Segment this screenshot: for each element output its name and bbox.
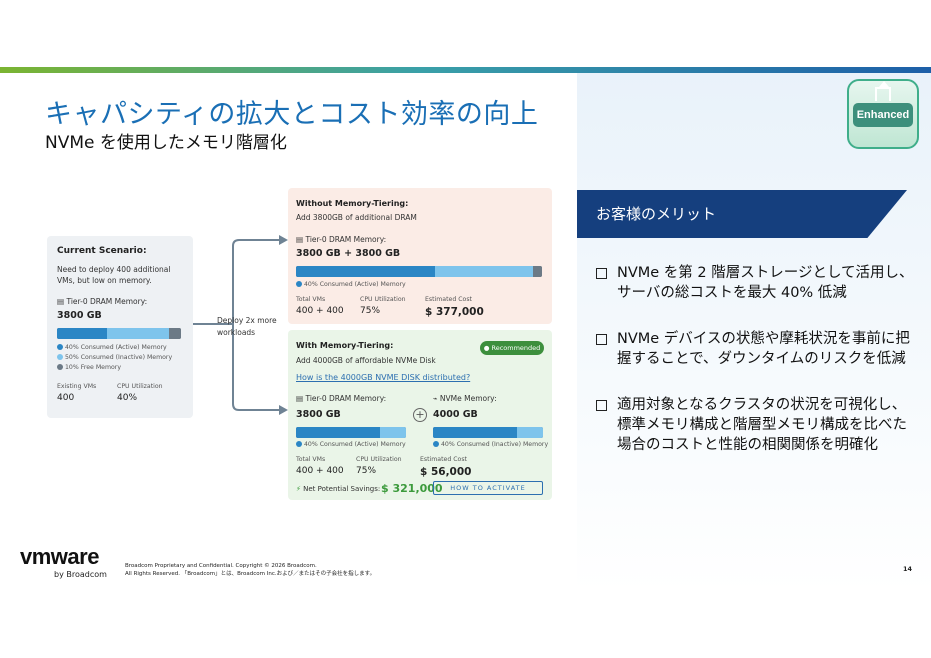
- memory-bar-segment: [516, 427, 543, 438]
- without-heading: Without Memory-Tiering:: [296, 199, 409, 208]
- current-desc: Need to deploy 400 additional: [57, 265, 171, 274]
- page-title: キャパシティの拡大とコスト効率の向上: [45, 99, 539, 130]
- arrow-label: Deploy 2x more: [217, 316, 277, 325]
- benefits-heading: お客様のメリット: [596, 205, 717, 223]
- benefit-text: NVMe を第 2 階層ストレージとして活用し、サーバの総コストを最大 40% …: [617, 265, 914, 301]
- arrow-label: workloads: [217, 328, 256, 337]
- legend-item: 10% Free Memory: [57, 364, 121, 371]
- with-dram-label: ▤ Tier-0 DRAM Memory:: [296, 394, 387, 403]
- with-nvme-value: 4000 GB: [433, 409, 478, 420]
- page-subtitle: NVMe を使用したメモリ階層化: [45, 133, 287, 153]
- nvme-distribution-link[interactable]: How is the 4000GB NVME DISK distributed?: [296, 373, 470, 382]
- benefit-text: 適用対象となるクラスタの状況を可視化し、標準メモリ構成と階層型メモリ構成を比べた…: [617, 397, 907, 453]
- scenario-connector: [193, 235, 288, 415]
- legend-item: 40% Consumed (Active) Memory: [296, 441, 406, 448]
- memory-bar-segment: [296, 266, 435, 277]
- legend-item: 40% Consumed (Active) Memory: [57, 344, 167, 351]
- upgrade-arrow-icon: [875, 81, 891, 101]
- memory-bar-segment: [296, 427, 380, 438]
- stat-label: Total VMs: [296, 296, 326, 303]
- current-mem-label: ▤ Tier-0 DRAM Memory:: [57, 297, 148, 306]
- legend-item: 50% Consumed (Inactive) Memory: [57, 354, 172, 361]
- memory-bar-segment: [379, 427, 406, 438]
- cost-value: $ 377,000: [425, 306, 484, 318]
- stat-label: Estimated Cost: [425, 296, 472, 303]
- stat-value: 400: [57, 393, 75, 403]
- stat-value: 75%: [360, 306, 381, 316]
- memory-bar-segment: [106, 328, 169, 339]
- with-nvme-bar: [433, 427, 543, 438]
- benefits-list: NVMe を第 2 階層ストレージとして活用し、サーバの総コストを最大 40% …: [596, 263, 916, 481]
- vmware-logo: vmware: [20, 544, 99, 569]
- memory-bar-segment: [533, 266, 542, 277]
- stat-label: CPU Utilization: [356, 456, 402, 463]
- memory-bar-segment: [168, 328, 181, 339]
- legal-notice: Broadcom Proprietary and Confidential. C…: [125, 563, 376, 577]
- stat-label: Existing VMs: [57, 383, 97, 390]
- current-desc: VMs, but low on memory.: [57, 276, 152, 285]
- without-mem-label: ▤ Tier-0 DRAM Memory:: [296, 235, 387, 244]
- checkbox-bullet-icon: [596, 268, 607, 279]
- current-heading: Current Scenario:: [57, 246, 147, 256]
- stat-label: CPU Utilization: [360, 296, 406, 303]
- with-dram-bar: [296, 427, 406, 438]
- current-scenario-card: [47, 236, 193, 418]
- stat-label: CPU Utilization: [117, 383, 163, 390]
- cost-value: $ 56,000: [420, 466, 472, 478]
- stat-label: Total VMs: [296, 456, 326, 463]
- stat-label: Estimated Cost: [420, 456, 467, 463]
- benefit-item: 適用対象となるクラスタの状況を可視化し、標準メモリ構成と階層型メモリ構成を比べた…: [596, 395, 916, 455]
- with-desc: Add 4000GB of affordable NVMe Disk: [296, 356, 436, 365]
- how-to-activate-button[interactable]: HOW TO ACTIVATE: [433, 481, 543, 495]
- benefit-item: NVMe を第 2 階層ストレージとして活用し、サーバの総コストを最大 40% …: [596, 263, 916, 303]
- enhanced-badge: Enhanced: [847, 79, 919, 149]
- memory-bar-segment: [434, 266, 534, 277]
- stat-value: 400 + 400: [296, 466, 344, 476]
- recommended-badge: ● Recommended: [480, 341, 544, 355]
- stat-value: 75%: [356, 466, 377, 476]
- benefit-text: NVMe デバイスの状態や摩耗状況を事前に把握することで、ダウンタイムのリスクを…: [617, 331, 910, 367]
- with-heading: With Memory-Tiering:: [296, 341, 394, 350]
- checkbox-bullet-icon: [596, 400, 607, 411]
- memory-bar-segment: [433, 427, 517, 438]
- current-memory-bar: [57, 328, 181, 339]
- legend-item: 40% Consumed (Active) Memory: [296, 281, 406, 288]
- benefit-item: NVMe デバイスの状態や摩耗状況を事前に把握することで、ダウンタイムのリスクを…: [596, 329, 916, 369]
- without-mem-value: 3800 GB + 3800 GB: [296, 248, 401, 259]
- enhanced-badge-label: Enhanced: [853, 103, 913, 127]
- stat-value: 40%: [117, 393, 138, 403]
- checkbox-bullet-icon: [596, 334, 607, 345]
- with-dram-value: 3800 GB: [296, 409, 341, 420]
- memory-bar-segment: [57, 328, 107, 339]
- page-number: 14: [903, 565, 913, 573]
- savings-label: ⚡ Net Potential Savings:: [296, 485, 381, 493]
- without-memory-bar: [296, 266, 542, 277]
- stat-value: 400 + 400: [296, 306, 344, 316]
- plus-icon: +: [413, 408, 427, 422]
- legend-item: 40% Consumed (Inactive) Memory: [433, 441, 548, 448]
- current-mem-value: 3800 GB: [57, 310, 102, 321]
- disk-icon: ⌁: [433, 394, 440, 403]
- vmware-logo-sub: by Broadcom: [54, 570, 107, 579]
- with-nvme-label: ⌁ NVMe Memory:: [433, 394, 497, 403]
- without-desc: Add 3800GB of additional DRAM: [296, 213, 417, 222]
